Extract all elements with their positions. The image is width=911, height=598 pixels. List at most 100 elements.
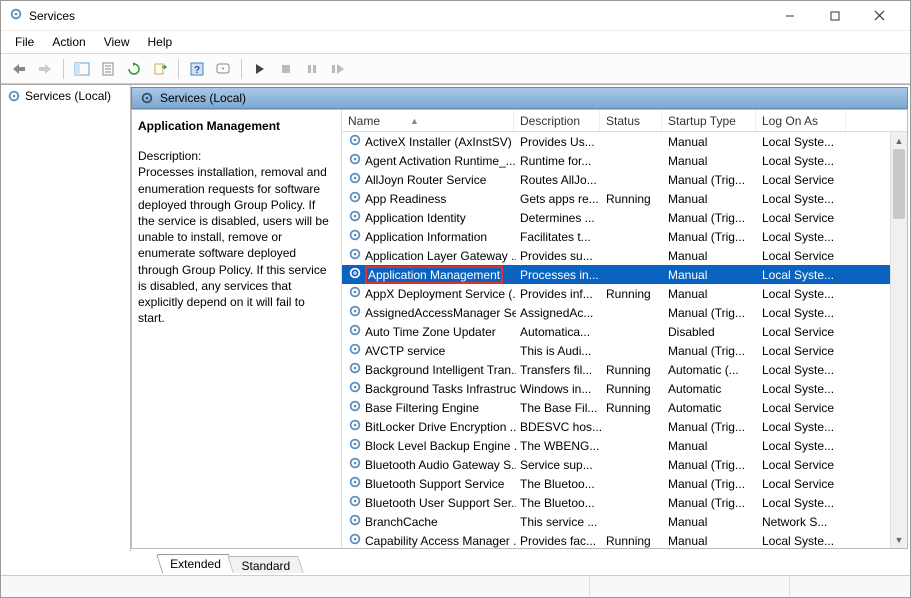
cell-log-on-as: Local Service [758, 325, 848, 339]
export-button[interactable] [148, 57, 172, 81]
back-button[interactable] [7, 57, 31, 81]
cell-log-on-as: Local Syste... [758, 496, 848, 510]
tab-standard[interactable]: Standard [227, 556, 303, 573]
cell-status: Running [602, 401, 664, 415]
service-row[interactable]: Application Layer Gateway ...Provides su… [342, 246, 907, 265]
service-gear-icon [348, 152, 362, 169]
cell-log-on-as: Local Syste... [758, 192, 848, 206]
service-gear-icon [348, 361, 362, 378]
col-header-name[interactable]: Name▲ [342, 110, 514, 131]
col-header-status[interactable]: Status [600, 110, 662, 131]
cell-description: Service sup... [516, 458, 602, 472]
service-gear-icon [348, 380, 362, 397]
cell-name: Application Information [344, 228, 516, 245]
service-row[interactable]: Block Level Backup Engine ...The WBENG..… [342, 436, 907, 455]
scroll-down-icon[interactable]: ▼ [891, 531, 907, 548]
service-row[interactable]: Application InformationFacilitates t...M… [342, 227, 907, 246]
service-row[interactable]: Application IdentityDetermines ...Manual… [342, 208, 907, 227]
service-row[interactable]: BranchCacheThis service ...ManualNetwork… [342, 512, 907, 531]
cell-startup-type: Manual (Trig... [664, 420, 758, 434]
pause-service-button[interactable] [300, 57, 324, 81]
service-row[interactable]: AppX Deployment Service (...Provides inf… [342, 284, 907, 303]
service-gear-icon [348, 133, 362, 150]
restart-service-button[interactable] [326, 57, 350, 81]
right-pane: Services (Local) Application Management … [131, 85, 910, 551]
cell-description: Provides fac... [516, 534, 602, 548]
maximize-button[interactable] [812, 2, 857, 30]
cell-startup-type: Manual (Trig... [664, 496, 758, 510]
cell-name: Application Management [344, 266, 516, 284]
service-row[interactable]: Bluetooth User Support Ser...The Bluetoo… [342, 493, 907, 512]
cell-startup-type: Manual (Trig... [664, 230, 758, 244]
toolbar: ? [1, 54, 910, 84]
vertical-scrollbar[interactable]: ▲ ▼ [890, 132, 907, 548]
service-row[interactable]: Agent Activation Runtime_...Runtime for.… [342, 151, 907, 170]
cell-log-on-as: Local Service [758, 458, 848, 472]
cell-name: ActiveX Installer (AxInstSV) [344, 133, 516, 150]
menu-view[interactable]: View [96, 33, 138, 51]
service-row[interactable]: Bluetooth Support ServiceThe Bluetoo...M… [342, 474, 907, 493]
service-row[interactable]: AssignedAccessManager Se...AssignedAc...… [342, 303, 907, 322]
tree-root-services-local[interactable]: Services (Local) [3, 87, 128, 105]
service-gear-icon [348, 475, 362, 492]
service-row[interactable]: ActiveX Installer (AxInstSV)Provides Us.… [342, 132, 907, 151]
service-row[interactable]: Base Filtering EngineThe Base Fil...Runn… [342, 398, 907, 417]
cell-log-on-as: Local Service [758, 249, 848, 263]
col-header-startup-type[interactable]: Startup Type [662, 110, 756, 131]
cell-name: Agent Activation Runtime_... [344, 152, 516, 169]
scroll-thumb[interactable] [893, 149, 905, 219]
menu-action[interactable]: Action [44, 33, 93, 51]
service-row[interactable]: App ReadinessGets apps re...RunningManua… [342, 189, 907, 208]
cell-log-on-as: Local Syste... [758, 439, 848, 453]
start-service-button[interactable] [248, 57, 272, 81]
help-button[interactable]: ? [185, 57, 209, 81]
details-pane: Application Management Description: Proc… [132, 110, 342, 548]
service-row[interactable]: Application ManagementProcesses in... Man… [342, 265, 907, 284]
rows-container: ActiveX Installer (AxInstSV)Provides Us.… [342, 132, 907, 548]
service-row[interactable]: Auto Time Zone UpdaterAutomatica...Disab… [342, 322, 907, 341]
show-hide-tree-button[interactable] [70, 57, 94, 81]
cell-startup-type: Manual [664, 268, 758, 282]
cell-description: The Bluetoo... [516, 477, 602, 491]
cell-name: AVCTP service [344, 342, 516, 359]
cell-status: Running [602, 363, 664, 377]
service-gear-icon [348, 323, 362, 340]
properties-button[interactable] [96, 57, 120, 81]
scroll-up-icon[interactable]: ▲ [891, 132, 907, 149]
cell-description: Processes in... [516, 268, 602, 282]
cell-name: Capability Access Manager ... [344, 532, 516, 548]
service-row[interactable]: Background Tasks Infrastruc...Windows in… [342, 379, 907, 398]
cell-log-on-as: Local Syste... [758, 154, 848, 168]
forward-button[interactable] [33, 57, 57, 81]
stop-service-button[interactable] [274, 57, 298, 81]
cell-name: BitLocker Drive Encryption ... [344, 418, 516, 435]
service-gear-icon [348, 209, 362, 226]
service-gear-icon [348, 228, 362, 245]
cell-description: This service ... [516, 515, 602, 529]
cell-startup-type: Manual [664, 534, 758, 548]
help-popup-button[interactable] [211, 57, 235, 81]
cell-log-on-as: Local Syste... [758, 363, 848, 377]
minimize-button[interactable] [767, 2, 812, 30]
close-button[interactable] [857, 2, 902, 30]
menu-help[interactable]: Help [140, 33, 181, 51]
cell-name: Application Identity [344, 209, 516, 226]
service-row[interactable]: BitLocker Drive Encryption ...BDESVC hos… [342, 417, 907, 436]
cell-description: The Base Fil... [516, 401, 602, 415]
service-gear-icon [348, 266, 362, 283]
col-header-description[interactable]: Description [514, 110, 600, 131]
refresh-button[interactable] [122, 57, 146, 81]
service-row[interactable]: AllJoyn Router ServiceRoutes AllJo...Man… [342, 170, 907, 189]
tab-extended[interactable]: Extended [156, 554, 235, 573]
cell-log-on-as: Local Syste... [758, 306, 848, 320]
menu-file[interactable]: File [7, 33, 42, 51]
service-gear-icon [348, 304, 362, 321]
service-row[interactable]: Background Intelligent Tran...Transfers … [342, 360, 907, 379]
service-row[interactable]: Capability Access Manager ...Provides fa… [342, 531, 907, 548]
cell-description: The Bluetoo... [516, 496, 602, 510]
cell-name: AppX Deployment Service (... [344, 285, 516, 302]
service-row[interactable]: AVCTP serviceThis is Audi...Manual (Trig… [342, 341, 907, 360]
cell-startup-type: Manual [664, 515, 758, 529]
service-row[interactable]: Bluetooth Audio Gateway S...Service sup.… [342, 455, 907, 474]
col-header-log-on-as[interactable]: Log On As [756, 110, 846, 131]
